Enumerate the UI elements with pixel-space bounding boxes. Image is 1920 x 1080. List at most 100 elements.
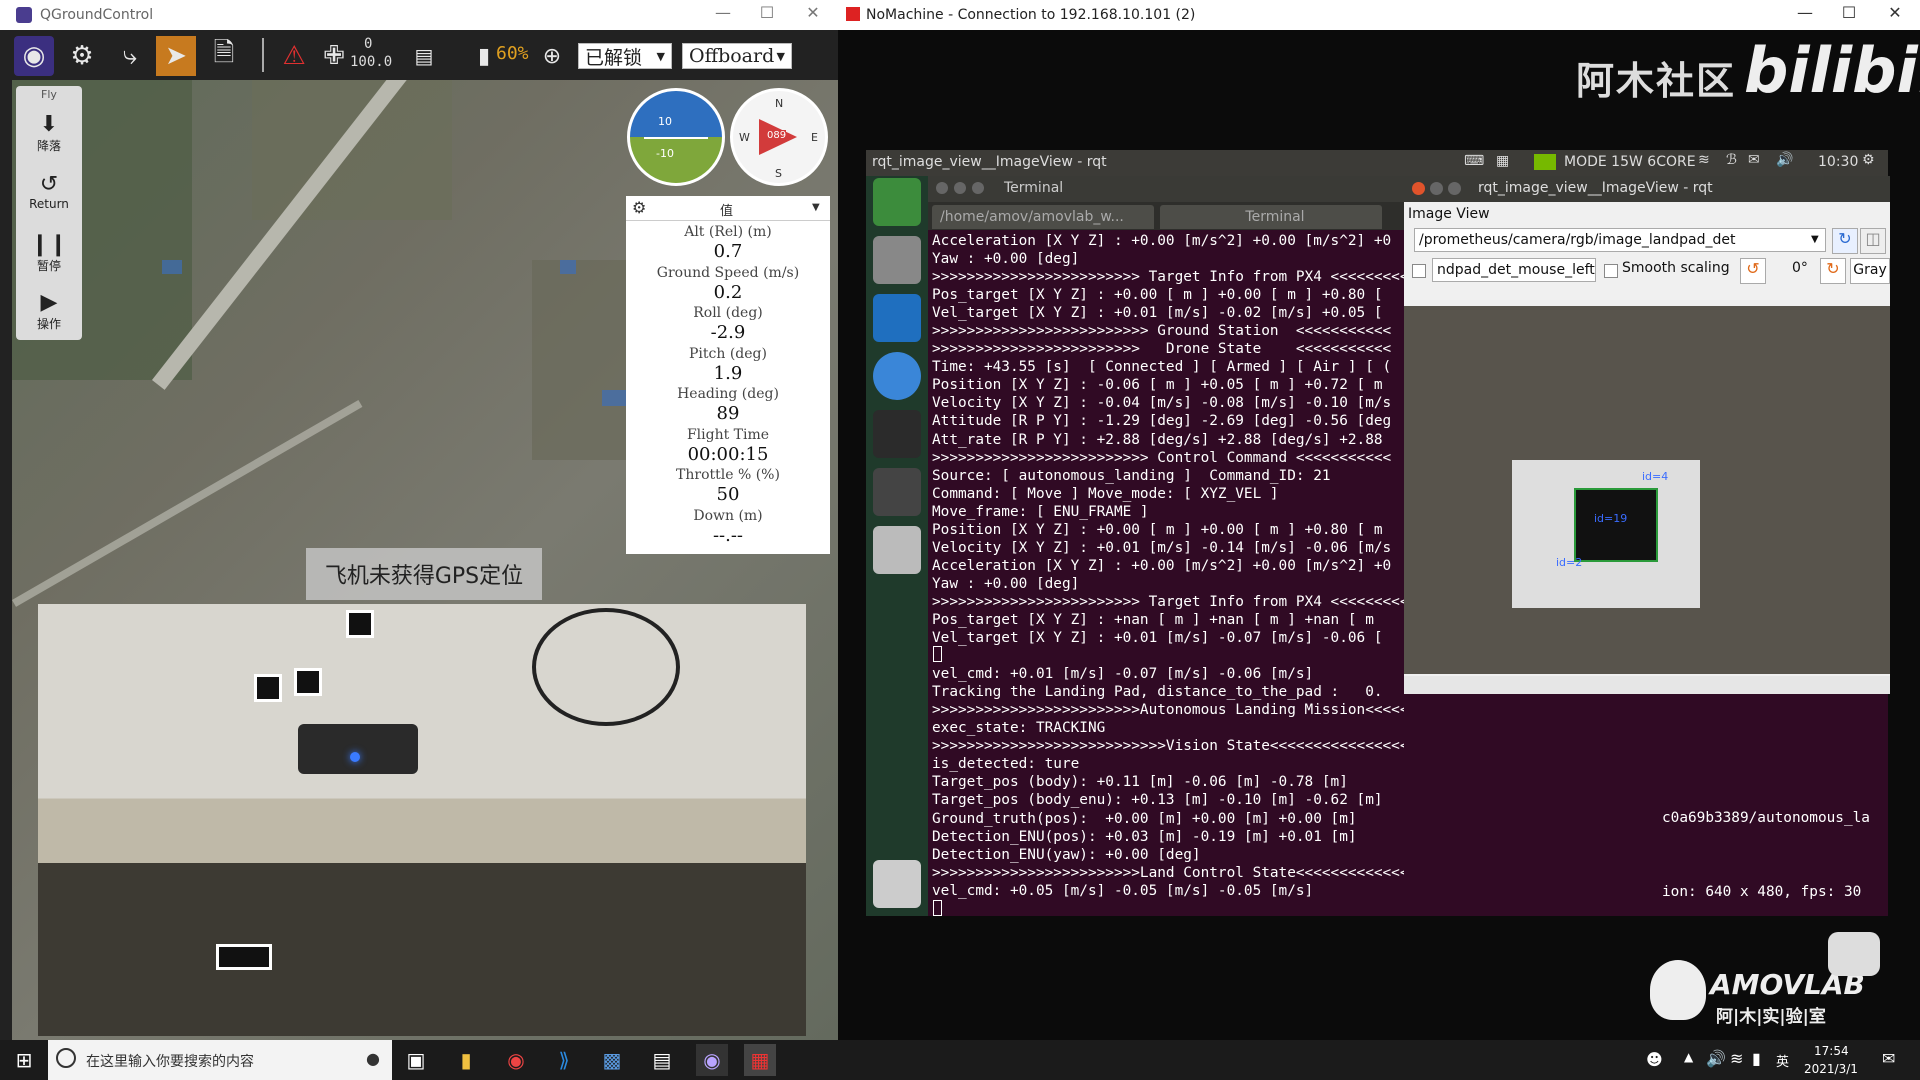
value-reading: --.-- (712, 524, 744, 546)
fly-view-icon[interactable]: ➤ (156, 36, 196, 76)
chromium-icon[interactable] (873, 352, 921, 400)
qgc-toolbar: ◉ ⚙ ⤷ ➤ 🗎 ⚠ ✙ 0 100.0 ▤ ▮ 60% ⊕ 已解锁 ▼ Of… (0, 30, 838, 80)
return-label: Return (29, 197, 69, 211)
terminal-tab-1[interactable]: /home/amov/amovlab_w... (932, 205, 1154, 229)
flight-mode-combo[interactable]: Offboard ▼ (682, 43, 792, 69)
rotate-left-button[interactable]: ↺ (1740, 258, 1766, 284)
power-mode-label[interactable]: MODE 15W 6CORE (1564, 154, 1696, 170)
rotate-right-button[interactable]: ↻ (1820, 258, 1846, 284)
qgc-titlebar: QGroundControl — ☐ ✕ (0, 0, 838, 30)
file-explorer-icon[interactable]: ▮ (450, 1044, 482, 1076)
settings-gear-icon[interactable]: ⚙ (1862, 152, 1875, 168)
close-icon[interactable] (936, 182, 948, 194)
qgc-taskbar-icon[interactable]: ◉ (696, 1044, 728, 1076)
smooth-scaling-checkbox[interactable] (1604, 264, 1618, 278)
microphone-icon[interactable]: ● (366, 1049, 380, 1068)
mouse-topic-input[interactable]: ndpad_det_mouse_left (1432, 258, 1596, 282)
terminal-app-icon[interactable] (873, 410, 921, 458)
topic-select[interactable]: /prometheus/camera/rgb/image_landpad_det… (1414, 228, 1826, 252)
pause-button[interactable]: ❙❙ 暂停 (16, 232, 82, 274)
pause-label: 暂停 (36, 259, 61, 273)
software-updater-icon[interactable] (873, 178, 921, 226)
gray-button[interactable]: Gray (1850, 258, 1890, 284)
terminal-tab-2[interactable]: Terminal (1160, 205, 1382, 229)
task-view-icon[interactable]: ▣ (400, 1044, 432, 1076)
land-icon: ⬇ (39, 112, 59, 137)
volume-icon[interactable]: 🔊 (1776, 152, 1793, 168)
qgc-minimize-button[interactable]: — (708, 3, 738, 22)
gps-target-icon[interactable]: ⊕ (532, 36, 572, 76)
volume-tray-icon[interactable]: 🔊 (1706, 1049, 1726, 1068)
chevron-up-icon[interactable]: ▲ (1684, 1050, 1693, 1064)
rqt-image-view-window[interactable]: rqt_image_view__ImageView - rqt Image Vi… (1404, 176, 1890, 694)
save-button[interactable]: ◫ (1860, 228, 1886, 254)
analyze-icon[interactable]: 🗎 (204, 36, 244, 76)
taskbar-time[interactable]: 17:54 (1814, 1044, 1849, 1058)
detection-image[interactable]: id=19 id=4 id=2 (1404, 306, 1890, 674)
value-label: Pitch (deg) (689, 345, 767, 362)
land-button[interactable]: ⬇ 降落 (16, 112, 82, 154)
minimize-icon[interactable] (954, 182, 966, 194)
action-button[interactable]: ▶ 操作 (16, 290, 82, 332)
terminal-window[interactable]: Terminal /home/amov/amovlab_w... Termina… (928, 176, 1521, 916)
wifi-tray-icon[interactable]: ≋ (1730, 1049, 1743, 1068)
mouse-publish-checkbox[interactable] (1412, 264, 1426, 278)
watermark-community: 阿木社区 (1576, 59, 1737, 103)
qgc-close-button[interactable]: ✕ (798, 3, 828, 22)
arm-state-combo[interactable]: 已解锁 ▼ (578, 43, 672, 69)
taskbar-date[interactable]: 2021/3/1 (1804, 1062, 1858, 1076)
panel-clock[interactable]: 10:30 (1818, 154, 1858, 170)
wifi-icon[interactable]: ≋ (1698, 152, 1710, 168)
video-stream[interactable] (38, 604, 806, 1036)
mail-icon[interactable]: ✉ (1748, 152, 1760, 168)
video-play-icon[interactable] (1828, 932, 1880, 976)
warning-icon[interactable]: ⚠ (274, 36, 314, 76)
qgc-maximize-button[interactable]: ☐ (752, 3, 782, 22)
nomachine-close-button[interactable]: ✕ (1880, 3, 1910, 22)
link-bottom-value: 100.0 (350, 54, 393, 70)
vscode-icon[interactable] (873, 294, 921, 342)
keyboard-icon[interactable]: ⌨ (1464, 153, 1484, 169)
notification-icon[interactable]: ✉ (1882, 1049, 1895, 1068)
nomachine-minimize-button[interactable]: — (1790, 3, 1820, 22)
files-icon[interactable] (873, 236, 921, 284)
people-icon[interactable]: ☻ (1646, 1050, 1663, 1069)
close-icon[interactable] (1412, 182, 1425, 195)
power-tray-icon[interactable]: ▮ (1752, 1049, 1761, 1068)
compass-e: E (811, 131, 818, 144)
rqt-scrollbar[interactable] (1404, 676, 1890, 694)
typora-icon[interactable]: ▤ (646, 1044, 678, 1076)
rc-signal-icon[interactable]: ▤ (404, 36, 444, 76)
nvidia-icon[interactable] (1534, 154, 1556, 170)
vehicle-icon[interactable]: ✙ (314, 36, 354, 76)
ime-indicator[interactable]: 英 (1776, 1051, 1789, 1070)
minimize-icon[interactable] (1430, 182, 1443, 195)
marker-image (254, 674, 282, 702)
vscode-taskbar-icon[interactable]: ⟫ (548, 1044, 580, 1076)
monitor-icon[interactable]: ▦ (1496, 153, 1509, 169)
plan-route-icon[interactable]: ⤷ (110, 36, 150, 76)
link-top-value: 0 (364, 36, 373, 52)
background-terminal[interactable]: c0a69b3389/autonomous_la ion: 640 x 480,… (1404, 676, 1888, 916)
return-button[interactable]: ↺ Return (16, 172, 82, 211)
chevron-down-icon[interactable]: ▼ (812, 202, 820, 213)
qgc-logo-icon[interactable]: ◉ (14, 36, 54, 76)
maximize-icon[interactable] (972, 182, 984, 194)
battery-percent[interactable]: 60% (496, 43, 529, 64)
taskbar-search-box[interactable]: 在这里输入你要搜索的内容 ● (48, 1040, 392, 1080)
maximize-icon[interactable] (1448, 182, 1461, 195)
settings-gears-icon[interactable]: ⚙ (62, 36, 102, 76)
display-icon[interactable] (873, 468, 921, 516)
bluetooth-icon[interactable]: ℬ (1726, 152, 1737, 168)
nomachine-maximize-button[interactable]: ☐ (1834, 3, 1864, 22)
drive-icon[interactable] (873, 526, 921, 574)
hoop-image (532, 608, 680, 726)
refresh-button[interactable]: ↻ (1832, 228, 1858, 254)
marker-image (216, 944, 272, 970)
nomachine-taskbar-icon[interactable]: ▦ (744, 1044, 776, 1076)
gear-icon[interactable]: ⚙ (632, 198, 646, 217)
windows-start-icon[interactable]: ⊞ (8, 1044, 40, 1076)
trash-icon[interactable] (873, 860, 921, 908)
chrome-icon[interactable]: ◉ (500, 1044, 532, 1076)
remote-desktop-icon[interactable]: ▩ (596, 1044, 628, 1076)
